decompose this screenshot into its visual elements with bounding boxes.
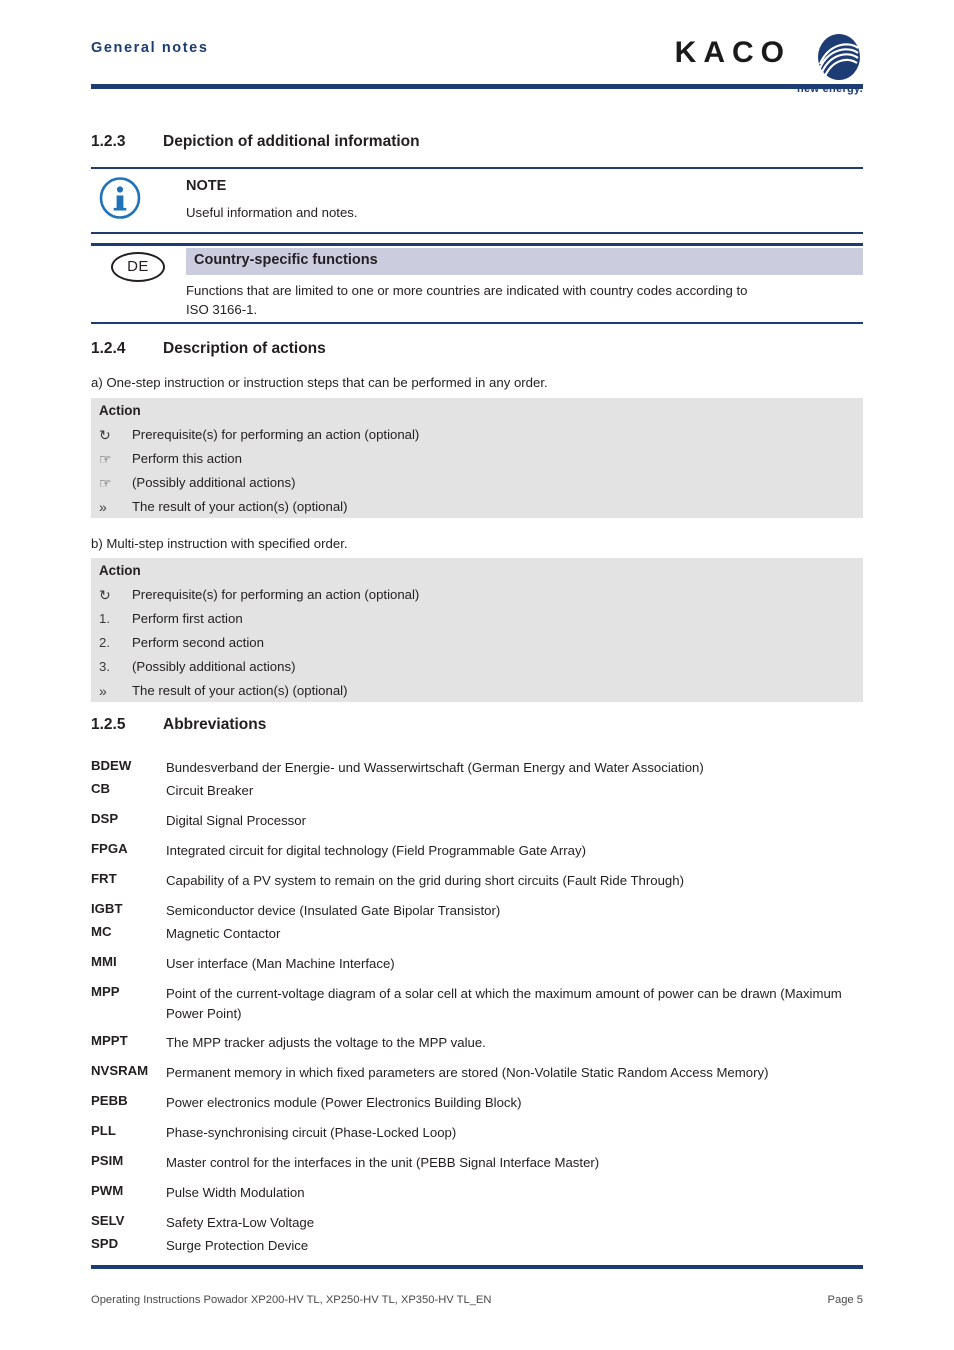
step-number-marker: 3. xyxy=(99,659,110,674)
action-box-a-heading: Action xyxy=(99,403,141,418)
abbr-key: PSIM xyxy=(91,1153,124,1168)
abbr-key: FPGA xyxy=(91,841,128,856)
action-box-b-heading: Action xyxy=(99,563,141,578)
step-number-marker: 1. xyxy=(99,611,110,626)
abbr-key: SELV xyxy=(91,1213,125,1228)
action-row-text: The result of your action(s) (optional) xyxy=(132,499,348,514)
abbr-key: PEBB xyxy=(91,1093,128,1108)
action-row-text: Perform second action xyxy=(132,635,264,650)
document-page: General notes KACO new energy. 1.2.3 Dep… xyxy=(0,0,954,1350)
prerequisite-marker-icon: ↻ xyxy=(99,427,111,443)
actions-intro-b: b) Multi-step instruction with specified… xyxy=(91,536,348,551)
country-body-line2: ISO 3166-1. xyxy=(186,302,258,317)
page-header: General notes KACO new energy. xyxy=(91,33,863,95)
abbr-key: BDEW xyxy=(91,758,132,773)
country-box-top-rule xyxy=(91,243,863,246)
footer-page-number: Page 5 xyxy=(827,1294,863,1306)
abbr-value: Power electronics module (Power Electron… xyxy=(166,1095,522,1110)
action-row-text: (Possibly additional actions) xyxy=(132,659,296,674)
note-title: NOTE xyxy=(186,178,227,194)
section-title-125: Abbreviations xyxy=(163,716,267,733)
abbr-value: Circuit Breaker xyxy=(166,783,254,798)
section-title-123: Depiction of additional information xyxy=(163,133,420,150)
abbr-value: Digital Signal Processor xyxy=(166,813,306,828)
abbr-key: CB xyxy=(91,781,111,796)
section-title-124: Description of actions xyxy=(163,340,326,357)
note-body: Useful information and notes. xyxy=(186,205,358,220)
abbr-value: Safety Extra-Low Voltage xyxy=(166,1215,315,1230)
logo-wordmark: KACO xyxy=(674,36,791,69)
step-number-marker: 2. xyxy=(99,635,110,650)
action-row-text: Prerequisite(s) for performing an action… xyxy=(132,587,420,602)
abbr-key: MC xyxy=(91,924,112,939)
action-row-text: Perform first action xyxy=(132,611,243,626)
pointing-hand-marker-icon: ☞ xyxy=(99,475,112,491)
abbr-value: Point of the current-voltage diagram of … xyxy=(166,986,842,1021)
abbr-value: The MPP tracker adjusts the voltage to t… xyxy=(166,1035,486,1050)
info-icon xyxy=(99,177,141,219)
section-number-124: 1.2.4 xyxy=(91,340,126,357)
pointing-hand-marker-icon: ☞ xyxy=(99,451,112,467)
note-box-bottom-rule xyxy=(91,232,863,234)
footer-document-title: Operating Instructions Powador XP200-HV … xyxy=(91,1294,492,1306)
abbr-value: Bundesverband der Energie- und Wasserwir… xyxy=(166,760,704,775)
country-box-bottom-rule xyxy=(91,322,863,324)
abbr-value: Surge Protection Device xyxy=(166,1238,309,1253)
section-number-125: 1.2.5 xyxy=(91,716,126,733)
footer-rule xyxy=(91,1265,863,1269)
abbr-key: MMI xyxy=(91,954,117,969)
kaco-logo-mark-icon xyxy=(815,33,863,81)
abbr-value: Magnetic Contactor xyxy=(166,926,281,941)
country-body-line1: Functions that are limited to one or mor… xyxy=(186,283,748,298)
abbr-key: MPPT xyxy=(91,1033,128,1048)
abbr-value: Phase-synchronising circuit (Phase-Locke… xyxy=(166,1125,457,1140)
action-row-text: Prerequisite(s) for performing an action… xyxy=(132,427,420,442)
abbr-key: DSP xyxy=(91,811,119,826)
abbr-key: FRT xyxy=(91,871,117,886)
abbr-key: IGBT xyxy=(91,901,123,916)
country-title: Country-specific functions xyxy=(194,252,378,268)
result-marker-icon: » xyxy=(99,499,107,515)
header-title: General notes xyxy=(91,40,209,56)
abbr-value: Permanent memory in which fixed paramete… xyxy=(166,1065,769,1080)
abbr-value: Master control for the interfaces in the… xyxy=(166,1155,600,1170)
abbr-value: Integrated circuit for digital technolog… xyxy=(166,843,586,858)
abbr-value: Semiconductor device (Insulated Gate Bip… xyxy=(166,903,501,918)
abbr-key: PWM xyxy=(91,1183,124,1198)
abbr-value: User interface (Man Machine Interface) xyxy=(166,956,395,971)
prerequisite-marker-icon: ↻ xyxy=(99,587,111,603)
abbr-key: NVSRAM xyxy=(91,1063,149,1078)
action-box-a: Action ↻ Prerequisite(s) for performing … xyxy=(91,398,863,518)
note-box-top-rule xyxy=(91,167,863,169)
actions-intro-a: a) One-step instruction or instruction s… xyxy=(91,375,548,390)
action-box-b: Action ↻ Prerequisite(s) for performing … xyxy=(91,558,863,702)
action-row-text: (Possibly additional actions) xyxy=(132,475,296,490)
abbr-key: MPP xyxy=(91,984,120,999)
abbr-value: Pulse Width Modulation xyxy=(166,1185,305,1200)
section-number-123: 1.2.3 xyxy=(91,133,126,150)
de-country-badge: DE xyxy=(111,252,165,282)
result-marker-icon: » xyxy=(99,683,107,699)
header-rule xyxy=(91,84,863,89)
abbr-value: Capability of a PV system to remain on t… xyxy=(166,873,684,888)
action-row-text: The result of your action(s) (optional) xyxy=(132,683,348,698)
abbr-key: SPD xyxy=(91,1236,119,1251)
abbr-key: PLL xyxy=(91,1123,116,1138)
action-row-text: Perform this action xyxy=(132,451,242,466)
